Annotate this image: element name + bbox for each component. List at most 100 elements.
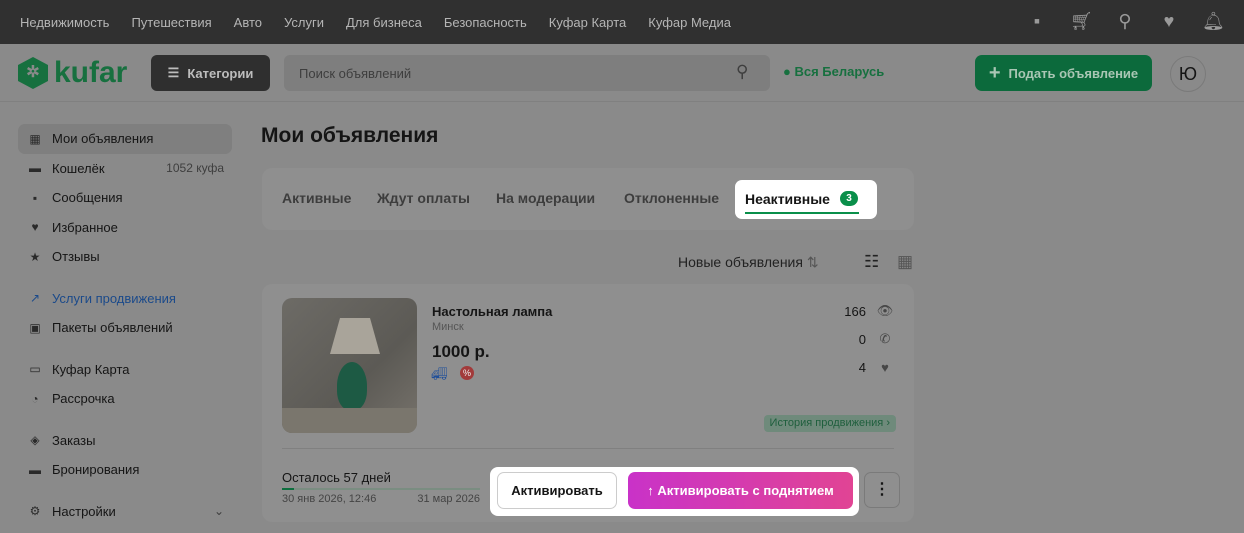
expiry-progress <box>282 488 480 490</box>
promotion-history-label: История продвижения <box>769 417 884 429</box>
sidebar-item-favorites[interactable]: ♥ Избранное <box>18 213 232 243</box>
menu-icon: ☰ <box>167 65 180 80</box>
sidebar-item-installment[interactable]: ◔ Рассрочка <box>18 384 232 414</box>
promotion-history-link[interactable]: История продвижения › <box>763 415 896 432</box>
sidebar-item-my-ads[interactable]: ▦ Мои объявления <box>18 124 232 154</box>
heart-icon: ♥ <box>31 220 39 235</box>
sidebar-item-reviews[interactable]: ★ Отзывы <box>18 242 232 272</box>
views-count: 166 <box>844 303 866 319</box>
topnav-link[interactable]: Путешествия <box>131 15 211 30</box>
sidebar-item-label: Кошелёк <box>52 160 105 176</box>
topnav-link[interactable]: Куфар Карта <box>549 15 626 30</box>
sidebar-item-kufar-card[interactable]: ▭ Куфар Карта <box>18 355 232 385</box>
topnav-link[interactable]: Безопасность <box>444 15 527 30</box>
listing-title[interactable]: Настольная лампа <box>432 304 552 319</box>
more-options-button[interactable]: ⋮ <box>864 472 900 508</box>
topnav-link[interactable]: Услуги <box>284 15 324 30</box>
activate-button[interactable]: Активировать <box>497 472 617 509</box>
tab-active[interactable]: Активные <box>282 190 351 206</box>
sidebar-item-label: Заказы <box>52 432 96 448</box>
sidebar-item-label: Бронирования <box>52 462 140 478</box>
favorites-count: 4 <box>858 360 866 375</box>
list-view-icon[interactable]: ☷ <box>864 252 879 272</box>
tab-rejected[interactable]: Отклоненные <box>624 190 719 206</box>
categories-button[interactable]: ☰ Категории <box>151 55 270 91</box>
chevron-right-icon: › <box>886 417 890 429</box>
activate-with-boost-button[interactable]: ↑ Активировать с поднятием <box>628 472 853 509</box>
location-pin-icon: ● <box>783 64 791 79</box>
region-selector[interactable]: ● Вся Беларусь <box>783 64 884 79</box>
messages-icon[interactable]: ▪ <box>1026 10 1048 32</box>
logo-text: kufar <box>54 56 128 89</box>
topnav-link[interactable]: Для бизнеса <box>346 15 422 30</box>
topnav-link[interactable]: Недвижимость <box>20 15 109 30</box>
plus-icon: + <box>988 61 1001 84</box>
installment-icon: ◔ <box>31 391 39 406</box>
views-stat: 166 👁︎ <box>844 303 894 319</box>
bell-icon[interactable]: 🔔︎ <box>1202 10 1225 32</box>
sidebar-item-label: Избранное <box>52 219 118 235</box>
favorites-icon[interactable]: ♥ <box>1158 10 1180 32</box>
sidebar-item-bookings[interactable]: ▬ Бронирования <box>18 455 232 485</box>
sidebar-item-promotion[interactable]: ↗ Услуги продвижения <box>18 284 232 314</box>
heart-icon: ♥ <box>881 360 889 375</box>
days-remaining: Осталось 57 дней <box>282 470 391 485</box>
sidebar-item-packages[interactable]: ▣ Пакеты объявлений <box>18 313 232 343</box>
star-icon: ★ <box>29 249 41 264</box>
categories-label: Категории <box>187 65 254 81</box>
gear-icon: ⚙ <box>29 504 41 519</box>
active-tab-underline <box>745 212 859 214</box>
sidebar-item-orders[interactable]: ◈ Заказы <box>18 426 232 456</box>
activate-with-boost-label: Активировать с поднятием <box>657 483 834 498</box>
grid-view-icon[interactable]: ▦ <box>897 252 913 272</box>
listing-price: 1000 р. <box>432 342 490 361</box>
bed-icon: ▬ <box>29 462 41 477</box>
logo-icon: ✲ <box>18 57 48 89</box>
wallet-icon: ▬ <box>29 161 41 176</box>
grid-icon: ▦ <box>29 131 41 146</box>
sidebar-item-messages[interactable]: ▪ Сообщения <box>18 183 232 213</box>
region-label: Вся Беларусь <box>794 64 885 79</box>
boost-arrow-icon: ↑ <box>647 483 654 498</box>
card-icon: ▭ <box>29 362 41 377</box>
sidebar-item-label: Отзывы <box>52 249 100 265</box>
topnav-link[interactable]: Куфар Медиа <box>648 15 731 30</box>
header: ✲kufar ☰ Категории ⚲ ● Вся Беларусь + Пода… <box>0 44 1244 102</box>
eye-icon: 👁︎ <box>876 303 894 318</box>
sidebar-item-wallet[interactable]: ▬ Кошелёк 1052 куфа <box>18 154 232 184</box>
calls-stat: 0 ✆ <box>859 331 894 347</box>
discount-icon: % <box>460 366 474 380</box>
calls-count: 0 <box>858 331 866 347</box>
sidebar-item-label: Настройки <box>52 503 116 519</box>
listing-city: Минск <box>432 321 464 333</box>
topnav-link[interactable]: Авто <box>234 15 262 30</box>
sort-selector[interactable]: Новые объявления ⇅ <box>678 254 819 271</box>
tab-moderation[interactable]: На модерации <box>496 190 595 206</box>
search-input[interactable] <box>284 55 770 91</box>
listing-photo[interactable] <box>282 298 417 433</box>
delivery-icon: 🚚︎ <box>431 366 448 381</box>
sidebar-item-label: Куфар Карта <box>52 361 130 377</box>
cart-icon[interactable]: 🛒︎ <box>1070 10 1093 32</box>
search-icon[interactable]: ⚲ <box>736 62 748 82</box>
sort-label: Новые объявления <box>678 254 803 270</box>
sidebar-item-settings[interactable]: ⚙ Настройки ⌄ <box>18 497 232 527</box>
sidebar-item-label: Мои объявления <box>52 131 154 147</box>
logo[interactable]: ✲ kufar <box>18 56 127 90</box>
sidebar-item-label: Пакеты объявлений <box>52 320 173 336</box>
chevron-down-icon: ⌄ <box>213 504 224 519</box>
saved-search-icon[interactable]: ⚲ <box>1114 10 1136 32</box>
tab-awaiting-payment[interactable]: Ждут оплаты <box>377 190 470 206</box>
tab-inactive[interactable]: Неактивные 3 <box>735 180 877 219</box>
box-icon: ◈ <box>30 433 40 448</box>
post-ad-button[interactable]: + Подать объявление <box>975 55 1152 91</box>
count-badge: 3 <box>840 191 858 206</box>
sidebar-item-label: Рассрочка <box>52 391 115 407</box>
phone-icon: ✆ <box>879 331 891 346</box>
wallet-balance: 1052 куфа <box>166 161 224 176</box>
chat-icon: ▪ <box>32 190 38 205</box>
sort-icon: ⇅ <box>806 254 819 270</box>
activation-actions: Активировать ↑ Активировать с поднятием <box>490 467 859 516</box>
tab-inactive-label: Неактивные <box>745 191 830 207</box>
avatar[interactable]: Ю <box>1170 56 1206 92</box>
